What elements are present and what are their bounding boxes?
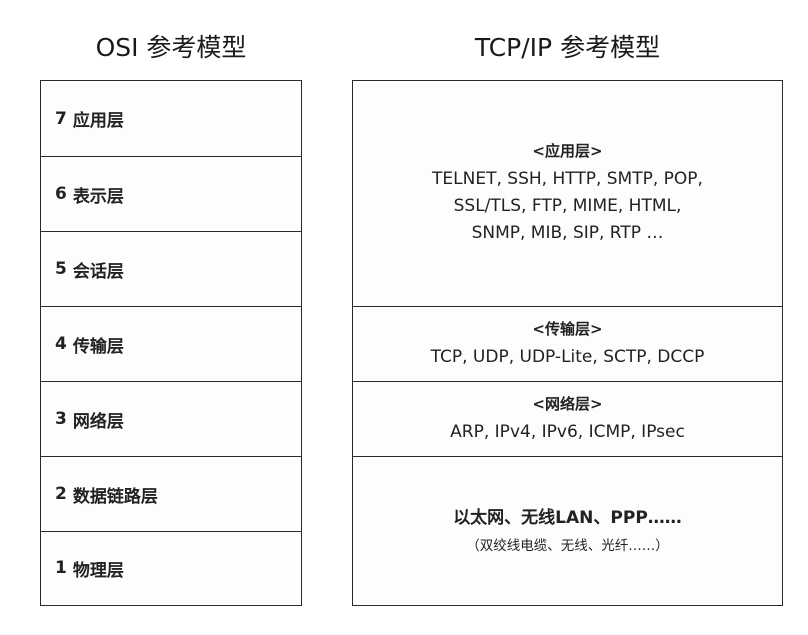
osi-layer-label: 会话层 [72,261,124,282]
application-layer-label: <应用层> [532,142,603,160]
tcpip-application-layer: <应用层> TELNET, SSH, HTTP, SMTP, POP, SSL/… [353,81,782,307]
osi-layer-5: 5 会话层 [41,232,301,307]
transport-layer-label: <传输层> [532,319,603,338]
osi-layer-label: 表示层 [72,186,124,207]
osi-layer-number: 4 [55,334,67,354]
network-layer-label: <网络层> [532,394,603,413]
osi-layer-1: 1 物理层 [41,532,301,604]
application-protocols-line: SNMP, MIB, SIP, RTP … [471,223,664,243]
osi-layer-label: 网络层 [72,411,124,432]
osi-layer-number: 5 [55,259,67,279]
tcpip-network-layer: <网络层> ARP, IPv4, IPv6, ICMP, IPsec [353,382,782,457]
osi-layer-4: 4 传输层 [41,307,301,382]
osi-model-title: OSI 参考模型 [95,33,247,62]
link-layer-technologies: 以太网、无线LAN、PPP…… [453,507,682,528]
transport-protocols-line: TCP, UDP, UDP-Lite, SCTP, DCCP [430,346,705,367]
osi-layer-number: 3 [55,409,67,429]
tcpip-layer-stack: <应用层> TELNET, SSH, HTTP, SMTP, POP, SSL/… [352,80,783,606]
osi-layer-label: 物理层 [72,560,124,581]
tcpip-transport-layer: <传输层> TCP, UDP, UDP-Lite, SCTP, DCCP [353,307,782,382]
osi-layer-label: 传输层 [72,336,124,357]
osi-layer-label: 数据链路层 [72,486,158,507]
osi-layer-3: 3 网络层 [41,382,301,457]
osi-layer-7: 7 应用层 [41,81,301,157]
tcpip-link-layer: 以太网、无线LAN、PPP…… （双绞线电缆、无线、光纤……） [353,457,782,604]
network-protocols-line: ARP, IPv4, IPv6, ICMP, IPsec [450,421,685,442]
osi-layer-number: 2 [55,484,67,504]
osi-layer-number: 7 [55,108,67,129]
osi-layer-number: 6 [55,184,67,204]
application-protocols-line: TELNET, SSH, HTTP, SMTP, POP, [432,169,703,189]
link-layer-media: （双绞线电缆、无线、光纤……） [466,537,669,554]
osi-layer-2: 2 数据链路层 [41,457,301,532]
tcpip-model-title: TCP/IP 参考模型 [474,33,661,62]
osi-layer-label: 应用层 [72,111,124,131]
osi-layer-stack: 7 应用层 6 表示层 5 会话层 4 传输层 3 网络层 2 数据链路层 1 … [40,80,302,606]
osi-layer-number: 1 [55,558,67,578]
application-protocols-line: SSL/TLS, FTP, MIME, HTML, [453,196,682,216]
osi-layer-6: 6 表示层 [41,157,301,232]
